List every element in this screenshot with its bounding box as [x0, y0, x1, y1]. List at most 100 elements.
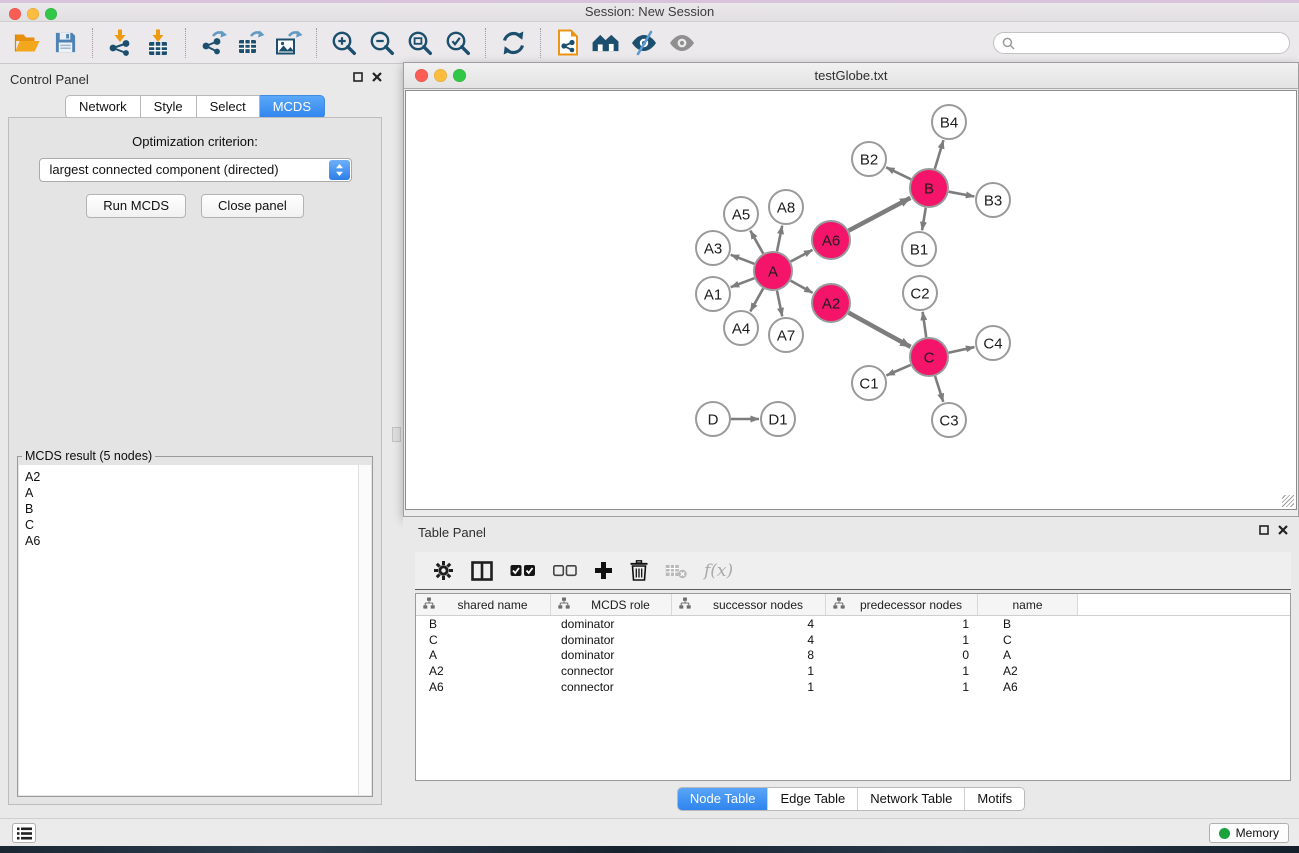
deselect-all-icon[interactable]	[553, 565, 577, 577]
select-all-icon[interactable]	[510, 564, 536, 578]
import-table-icon[interactable]	[139, 26, 177, 60]
list-item[interactable]: B	[25, 501, 371, 517]
close-window-light[interactable]	[9, 8, 21, 20]
table-cell[interactable]: dominator	[551, 648, 672, 662]
table-cell[interactable]: 8	[672, 648, 826, 662]
search-field[interactable]	[993, 32, 1290, 54]
import-network-icon[interactable]	[101, 26, 139, 60]
save-session-icon[interactable]	[46, 26, 84, 60]
graph-edge-A-A5[interactable]	[750, 231, 763, 254]
graph-edge-C-C2[interactable]	[923, 312, 927, 337]
column-header-shared-name[interactable]: shared name	[416, 594, 551, 615]
zoom-fit-icon[interactable]	[401, 26, 439, 60]
table-row[interactable]: Adominator80A	[416, 647, 1290, 663]
table-row[interactable]: A2connector11A2	[416, 663, 1290, 679]
resize-grip-icon[interactable]	[1282, 495, 1294, 507]
tab-node-table[interactable]: Node Table	[678, 788, 768, 810]
list-item[interactable]: A2	[25, 469, 371, 485]
table-cell[interactable]: connector	[551, 680, 672, 694]
table-cell[interactable]: connector	[551, 664, 672, 678]
graph-edge-C-C4[interactable]	[949, 347, 975, 353]
tab-motifs[interactable]: Motifs	[964, 788, 1024, 810]
table-cell[interactable]: 1	[826, 633, 978, 647]
graph-edge-B-B4[interactable]	[935, 140, 944, 169]
minimize-network-light[interactable]	[434, 69, 447, 82]
tab-network-table[interactable]: Network Table	[857, 788, 964, 810]
graph-edge-A2-C[interactable]	[849, 313, 911, 347]
table-cell[interactable]: 1	[672, 664, 826, 678]
open-file-icon[interactable]	[8, 26, 46, 60]
table-cell[interactable]: B	[978, 617, 1078, 631]
column-header-predecessor-nodes[interactable]: predecessor nodes	[826, 594, 978, 615]
tab-select[interactable]: Select	[197, 95, 260, 119]
table-cell[interactable]: 1	[826, 617, 978, 631]
export-image-icon[interactable]	[270, 26, 308, 60]
zoom-out-icon[interactable]	[363, 26, 401, 60]
table-cell[interactable]: A2	[978, 664, 1078, 678]
network-window-titlebar[interactable]: testGlobe.txt	[404, 63, 1298, 89]
table-cell[interactable]: 4	[672, 617, 826, 631]
criterion-select[interactable]: largest connected component (directed)	[39, 158, 352, 182]
export-network-icon[interactable]	[194, 26, 232, 60]
graph-edge-C-C3[interactable]	[935, 376, 943, 402]
scrollbar-track[interactable]	[358, 465, 371, 795]
graph-edge-C-C1[interactable]	[886, 365, 910, 375]
minimize-window-light[interactable]	[27, 8, 39, 20]
graph-edge-A6-B[interactable]	[849, 198, 911, 231]
graph-edge-A-A6[interactable]	[791, 250, 813, 262]
zoom-window-light[interactable]	[45, 8, 57, 20]
table-row[interactable]: A6connector11A6	[416, 679, 1290, 695]
float-table-panel-icon[interactable]	[1259, 525, 1269, 535]
home-icon[interactable]	[587, 26, 625, 60]
column-header-mcds-role[interactable]: MCDS role	[551, 594, 672, 615]
search-input[interactable]	[1015, 36, 1289, 50]
table-cell[interactable]: dominator	[551, 617, 672, 631]
table-cell[interactable]: 1	[826, 664, 978, 678]
graph-edge-A-A7[interactable]	[777, 291, 782, 317]
graph-edge-A-A4[interactable]	[750, 288, 763, 311]
task-history-button[interactable]	[12, 823, 36, 843]
table-cell[interactable]: 0	[826, 648, 978, 662]
graph-edge-A-A8[interactable]	[777, 226, 782, 252]
show-details-icon[interactable]	[663, 26, 701, 60]
close-panel-icon[interactable]	[372, 72, 382, 82]
table-cell[interactable]: 1	[672, 680, 826, 694]
column-header-successor-nodes[interactable]: successor nodes	[672, 594, 826, 615]
table-cell[interactable]: 1	[826, 680, 978, 694]
tab-network[interactable]: Network	[65, 95, 141, 119]
table-cell[interactable]: dominator	[551, 633, 672, 647]
zoom-in-icon[interactable]	[325, 26, 363, 60]
close-panel-button[interactable]: Close panel	[201, 194, 304, 218]
refresh-icon[interactable]	[494, 26, 532, 60]
export-table-icon[interactable]	[232, 26, 270, 60]
graph-edge-B-B3[interactable]	[949, 192, 975, 197]
table-gear-icon[interactable]	[433, 560, 454, 581]
add-column-icon[interactable]	[594, 561, 613, 580]
graph-edge-A-A3[interactable]	[731, 255, 755, 264]
table-cell[interactable]: A	[416, 648, 551, 662]
zoom-selected-icon[interactable]	[439, 26, 477, 60]
tab-edge-table[interactable]: Edge Table	[767, 788, 857, 810]
table-cell[interactable]: C	[416, 633, 551, 647]
table-row[interactable]: Bdominator41B	[416, 616, 1290, 632]
hide-details-icon[interactable]	[625, 26, 663, 60]
graph-edge-B-B2[interactable]	[886, 167, 911, 179]
table-cell[interactable]: B	[416, 617, 551, 631]
tab-mcds[interactable]: MCDS	[260, 95, 325, 119]
table-cell[interactable]: A	[978, 648, 1078, 662]
list-item[interactable]: A6	[25, 533, 371, 549]
tab-style[interactable]: Style	[141, 95, 197, 119]
table-cell[interactable]: 4	[672, 633, 826, 647]
table-cell[interactable]: A6	[416, 680, 551, 694]
network-canvas[interactable]: B4B2BB3A8A5A6A3B1AC2A1A2A4A7C4CC1DC3D1	[405, 90, 1297, 510]
split-columns-icon[interactable]	[471, 561, 493, 581]
list-item[interactable]: C	[25, 517, 371, 533]
float-panel-icon[interactable]	[353, 72, 363, 82]
delete-column-icon[interactable]	[630, 560, 648, 581]
list-item[interactable]: A	[25, 485, 371, 501]
close-table-panel-icon[interactable]	[1278, 525, 1288, 535]
column-header-name[interactable]: name	[978, 594, 1078, 615]
graph-edge-B-B1[interactable]	[922, 208, 926, 231]
memory-button[interactable]: Memory	[1209, 823, 1289, 843]
close-network-light[interactable]	[415, 69, 428, 82]
